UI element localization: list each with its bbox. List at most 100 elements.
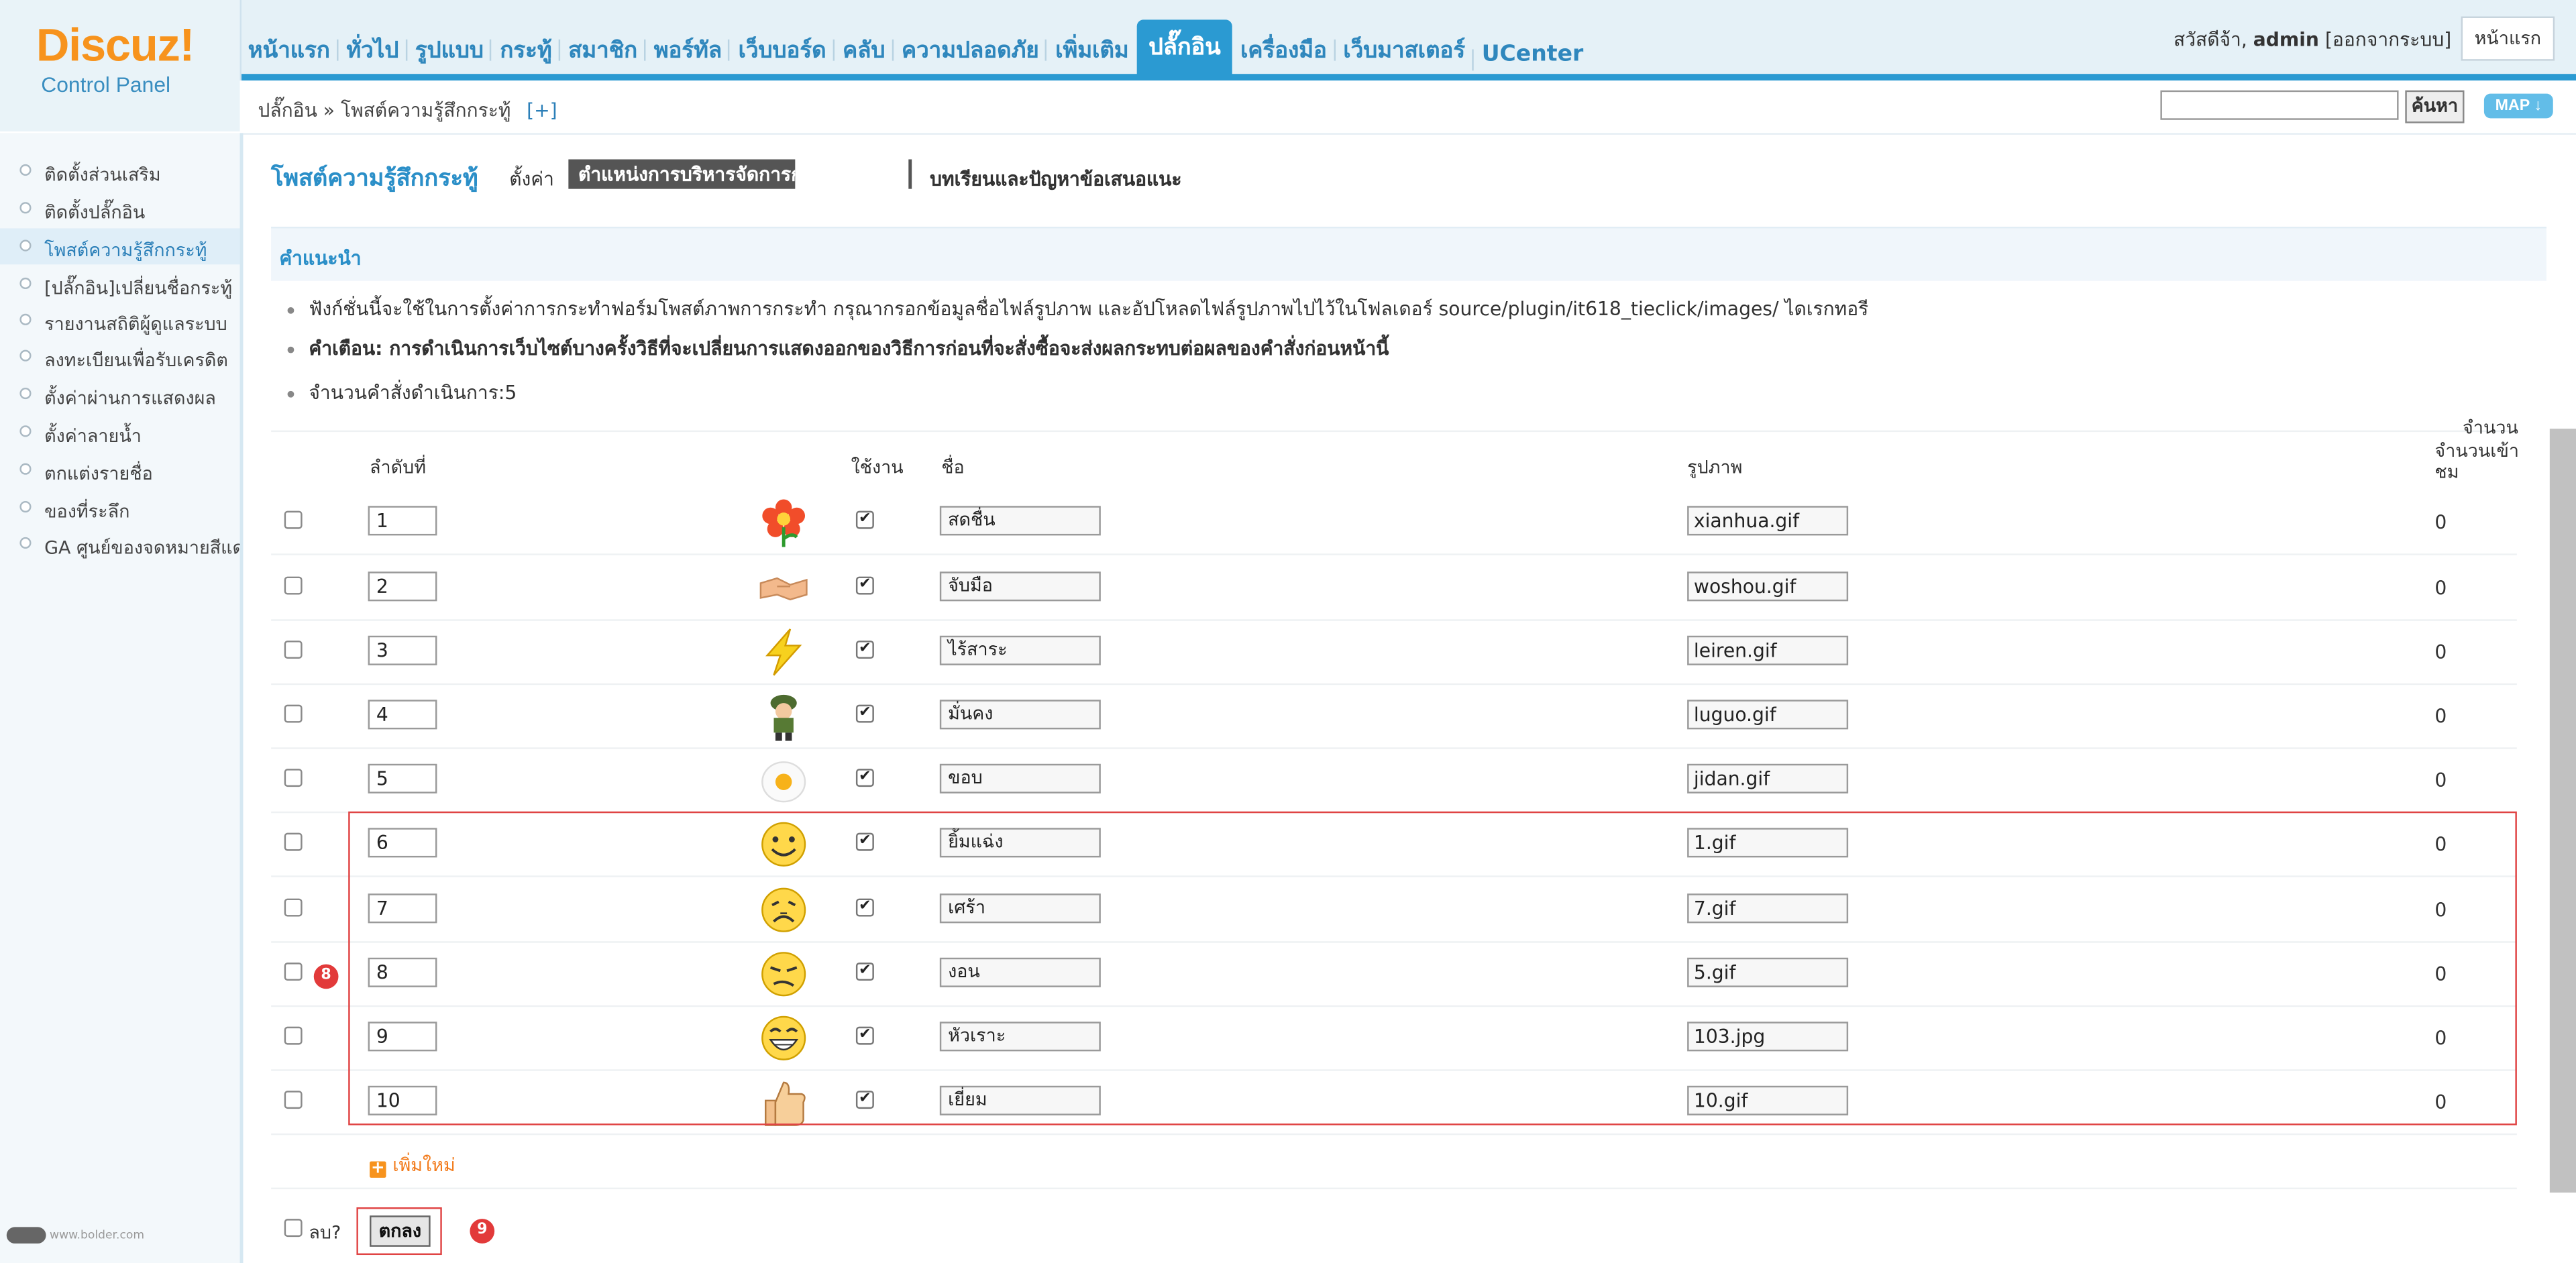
nav-item[interactable]: กระทู้ [490, 32, 560, 79]
name-input[interactable]: จับมือ [939, 571, 1101, 602]
sidebar-item[interactable]: ติดตั้งปลั๊กอิน [0, 190, 240, 227]
bullet-icon [19, 313, 32, 325]
enabled-checkbox[interactable]: ✔ [855, 704, 874, 723]
table-row: 3 ✔ ไร้สาระ leiren.gif 0 [0, 619, 2576, 683]
name-input[interactable]: สดชื่น [939, 506, 1101, 536]
nav-item[interactable]: หน้าแรก [240, 32, 339, 79]
bullet-icon [19, 277, 32, 290]
home-button[interactable]: หน้าแรก [2461, 16, 2555, 61]
add-new-link[interactable]: + เพิ่มใหม่ [370, 1150, 455, 1179]
row-select-checkbox[interactable] [284, 898, 303, 917]
table-row: 1 ✔ สดชื่น xianhua.gif 0 [0, 490, 2576, 554]
sidebar-item[interactable]: โพสต์ความรู้สึกกระทู้ [0, 228, 240, 265]
tab-settings[interactable]: ตั้งค่า [509, 166, 554, 195]
delete-checkbox[interactable] [284, 1219, 303, 1238]
sidebar-item[interactable]: ตั้งค่าผ่านการแสดงผล [0, 376, 240, 413]
nav-item[interactable]: UCenter [1472, 41, 1591, 78]
arrow-down-icon: ↓ [2534, 97, 2542, 115]
sidebar-item-label: ตกแต่งรายชื่อ [44, 463, 153, 485]
add-shortcut-link[interactable]: [+] [527, 99, 557, 121]
row-select-checkbox[interactable] [284, 1026, 303, 1045]
nav-item[interactable]: สมาชิก [558, 32, 646, 79]
enabled-checkbox[interactable]: ✔ [855, 510, 874, 529]
order-input[interactable]: 2 [368, 571, 437, 602]
footer-logo-icon [6, 1227, 46, 1244]
image-input[interactable]: woshou.gif [1687, 571, 1849, 602]
order-input[interactable]: 1 [368, 506, 437, 536]
search-input[interactable] [2160, 90, 2399, 120]
enabled-checkbox[interactable]: ✔ [855, 769, 874, 787]
row-select-checkbox[interactable] [284, 704, 303, 723]
order-input[interactable]: 4 [368, 700, 437, 730]
sidebar-item[interactable]: รายงานสถิติผู้ดูแลระบบ [0, 303, 240, 339]
bullet-icon [19, 239, 32, 252]
bullet-icon [19, 202, 32, 214]
col-image-header: รูปภาพ [1687, 456, 1743, 478]
logo[interactable]: Discuz! Control Panel [0, 0, 242, 131]
row-select-checkbox[interactable] [284, 641, 303, 659]
nav-item[interactable]: เพิ่มเติม [1045, 32, 1137, 79]
table-row: 4 ✔ มั่นคง luguo.gif 0 [0, 683, 2576, 748]
bullet [287, 306, 294, 313]
tip-warning: คำเตือน: การดำเนินการเว็บไซต์บางครั้งวิธ… [309, 337, 1389, 360]
nav-item[interactable]: ความปลอดภัย [892, 32, 1047, 79]
image-input[interactable]: xianhua.gif [1687, 506, 1849, 536]
soldier-icon [759, 692, 808, 741]
enabled-checkbox[interactable]: ✔ [855, 641, 874, 659]
sidebar-item-label: ตั้งค่าผ่านการแสดงผล [44, 387, 216, 409]
row-select-checkbox[interactable] [284, 769, 303, 787]
order-input[interactable]: 5 [368, 763, 437, 793]
name-input[interactable]: มั่นคง [939, 700, 1101, 730]
sidebar-item[interactable]: ตกแต่งรายชื่อ [0, 451, 240, 488]
tab-tutorial[interactable]: บทเรียนและปัญหาข้อเสนอแนะ [930, 166, 1181, 195]
enabled-checkbox[interactable]: ✔ [855, 576, 874, 595]
order-input[interactable]: 3 [368, 635, 437, 665]
sub-bar: ปลั๊กอิน » โพสต์ความรู้สึกกระทู้ [+] ค้น… [239, 80, 2576, 135]
name-input[interactable]: ไร้สาระ [939, 635, 1101, 665]
bullet-icon [19, 387, 32, 400]
handshake-icon [759, 563, 808, 612]
nav-item[interactable]: เว็บมาสเตอร์ [1333, 32, 1473, 79]
row-select-checkbox[interactable] [284, 963, 303, 981]
step-badge-8: 8 [313, 964, 339, 989]
row-select-checkbox[interactable] [284, 510, 303, 529]
row-select-checkbox[interactable] [284, 1091, 303, 1109]
nav-item[interactable]: รูปแบบ [405, 32, 492, 79]
table-top-line [271, 430, 2517, 433]
image-input[interactable]: luguo.gif [1687, 700, 1849, 730]
tab-separator [908, 159, 912, 189]
row-select-checkbox[interactable] [284, 576, 303, 595]
nav-item[interactable]: เครื่องมือ [1232, 32, 1335, 79]
sidebar-item[interactable]: ติดตั้งส่วนเสริม [0, 153, 240, 189]
delete-label: ลบ? [309, 1222, 341, 1244]
tips-title: คำแนะนำ [279, 246, 362, 270]
scrollbar-thumb[interactable] [2549, 429, 2576, 1193]
search-button[interactable]: ค้นหา [2405, 90, 2465, 123]
views-count: 0 [2434, 510, 2447, 534]
tip-line-2: คำเตือน: การดำเนินการเว็บไซต์บางครั้งวิธ… [287, 335, 1389, 365]
nav-item[interactable]: ปลั๊กอิน [1136, 19, 1232, 79]
nav-item[interactable]: ทั่วไป [336, 32, 407, 79]
row-select-checkbox[interactable] [284, 832, 303, 851]
sidebar-item[interactable]: ตั้งค่าลายน้ำ [0, 414, 240, 450]
map-button[interactable]: MAP ↓ [2483, 93, 2553, 119]
submit-button[interactable]: ตกลง [370, 1215, 431, 1247]
sidebar-item-label: รายงานสถิติผู้ดูแลระบบ [44, 313, 227, 335]
views-count: 0 [2434, 576, 2447, 600]
name-input[interactable]: ขอบ [939, 763, 1101, 793]
step-badge-9: 9 [470, 1219, 495, 1244]
tab-management[interactable]: ตำแหน่งการบริหารจัดการก [568, 159, 796, 189]
page-title: โพสต์ความรู้สึกกระทู้ [271, 166, 478, 193]
logout-link[interactable]: [ออกจากระบบ] [2325, 28, 2451, 51]
logo-sub-text: Control Panel [41, 72, 171, 97]
nav-item[interactable]: คลับ [833, 32, 894, 79]
image-input[interactable]: jidan.gif [1687, 763, 1849, 793]
sidebar-item[interactable]: [ปลั๊กอิน]เปลี่ยนชื่อกระทู้ [0, 266, 240, 303]
nav-item[interactable]: พอร์ทัล [643, 32, 730, 79]
nav-item[interactable]: เว็บบอร์ด [728, 32, 834, 79]
table-row: 2 ✔ จับมือ woshou.gif 0 [0, 555, 2576, 620]
sidebar-item[interactable]: ลงทะเบียนเพื่อรับเครดิต [0, 338, 240, 374]
image-input[interactable]: leiren.gif [1687, 635, 1849, 665]
tip-line-3: จำนวนคำสั่งดำเนินการ:5 [287, 380, 517, 409]
views-count: 0 [2434, 641, 2447, 664]
